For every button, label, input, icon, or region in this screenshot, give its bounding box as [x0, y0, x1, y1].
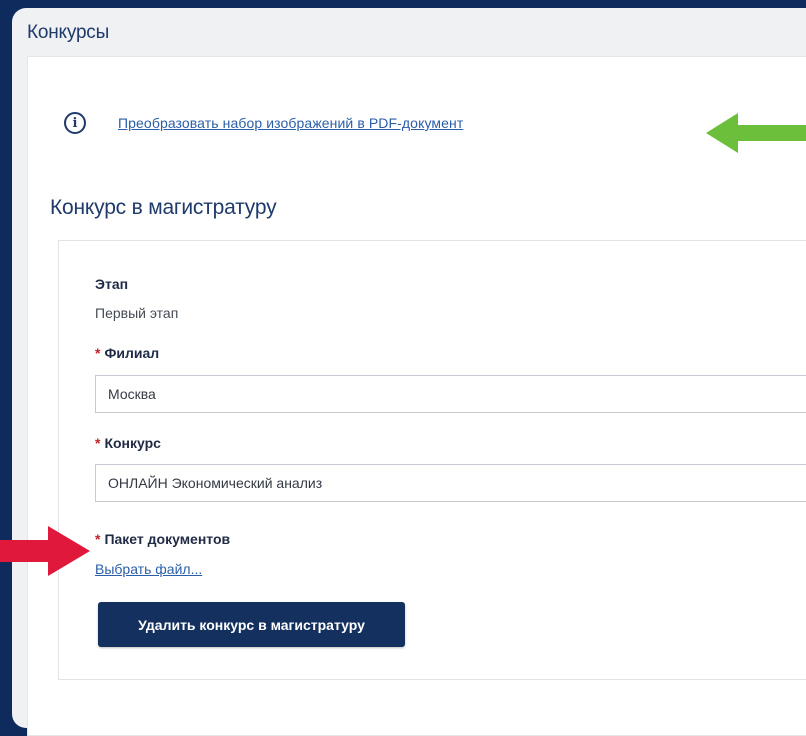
contest-label-text: Конкурс	[104, 435, 161, 451]
package-label: * Пакет документов	[95, 531, 230, 547]
green-arrow-icon	[706, 113, 806, 153]
info-icon: i	[64, 112, 86, 134]
stage-label: Этап	[95, 276, 129, 292]
contest-label: * Конкурс	[95, 435, 161, 451]
package-label-text: Пакет документов	[104, 531, 231, 547]
branch-field[interactable]: Москва	[95, 375, 806, 413]
red-arrow-icon	[0, 526, 90, 576]
branch-value: Москва	[108, 386, 156, 402]
section-title: Конкурс в магистратуру	[50, 196, 277, 219]
required-marker: *	[95, 345, 101, 361]
contest-field[interactable]: ОНЛАЙН Экономический анализ	[95, 464, 806, 502]
choose-file-link[interactable]: Выбрать файл...	[95, 561, 202, 577]
convert-to-pdf-link[interactable]: Преобразовать набор изображений в PDF-до…	[118, 115, 463, 131]
branch-label-text: Филиал	[104, 345, 160, 361]
info-row: i Преобразовать набор изображений в PDF-…	[50, 112, 463, 134]
contest-value: ОНЛАЙН Экономический анализ	[108, 475, 323, 491]
stage-value: Первый этап	[95, 305, 179, 321]
delete-contest-button[interactable]: Удалить конкурс в магистратуру	[98, 602, 405, 647]
required-marker: *	[95, 531, 101, 547]
branch-label: * Филиал	[95, 345, 159, 361]
required-marker: *	[95, 435, 101, 451]
window-title: Конкурсы	[27, 22, 110, 43]
